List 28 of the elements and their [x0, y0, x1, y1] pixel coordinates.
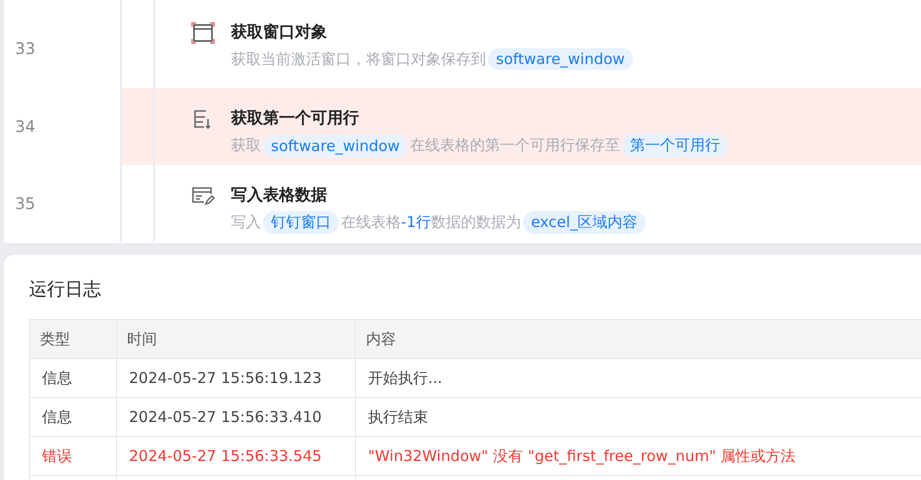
- step-description: 在线表格的第一个可用行保存至: [410, 136, 620, 155]
- variable-tag: software_window: [263, 134, 408, 156]
- table-cell: 信息: [30, 398, 116, 436]
- variable-tag: 钉钉窗口: [263, 211, 339, 234]
- step-description: -1行: [401, 213, 431, 232]
- line-number: 34: [4, 88, 122, 165]
- column-header: 内容: [356, 320, 921, 358]
- step-title: 获取第一个可用行: [231, 108, 360, 129]
- step-description: 写入: [231, 213, 261, 232]
- table-pencil-icon: [191, 185, 215, 207]
- table-cell: 2024-05-27 15:56:19.123: [116, 358, 356, 398]
- table-cell: 2024-05-27 15:56:33.410: [116, 398, 356, 436]
- step-description: 在线表格: [341, 213, 401, 232]
- step-description: 数据的数据为: [430, 213, 521, 232]
- variable-tag: software_window: [488, 48, 633, 70]
- step-description: 获取当前激活窗口，将窗口对象保存到: [231, 50, 486, 68]
- table-cell: 信息: [30, 358, 116, 398]
- table-cell: 2024-05-27 15:56:33.545: [116, 436, 356, 476]
- variable-tag: excel_区域内容: [522, 211, 646, 234]
- step-description: 获取: [231, 136, 261, 155]
- step-title: 写入表格数据: [231, 185, 328, 206]
- panel-title: 运行日志: [29, 278, 102, 301]
- variable-tag: 第一个可用行: [622, 134, 728, 157]
- column-header: 类型: [30, 320, 116, 358]
- step-title: 获取窗口对象: [231, 22, 328, 43]
- table-cell: 错误: [30, 436, 116, 476]
- window-icon: [191, 22, 215, 44]
- column-header: 时间: [116, 320, 356, 358]
